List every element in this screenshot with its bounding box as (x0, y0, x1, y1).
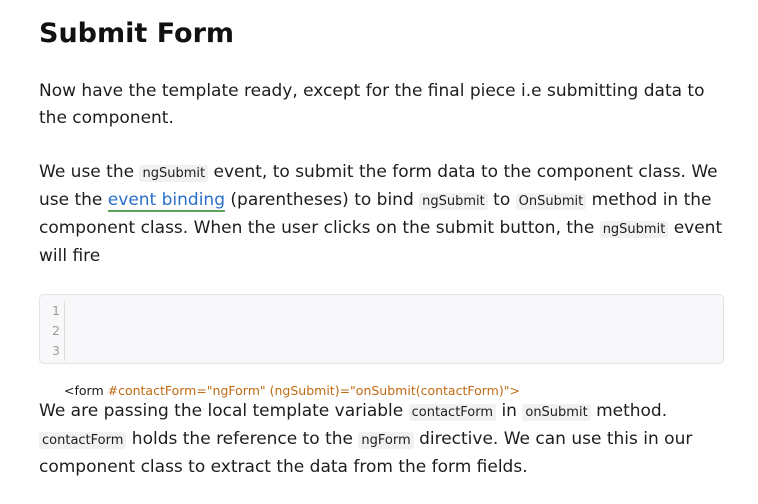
ngsubmit-paragraph: We use the ngSubmit event, to submit the… (39, 159, 729, 270)
line-number: 3 (52, 343, 60, 358)
text-span: holds the reference to the (126, 429, 359, 449)
text-span: in (496, 401, 523, 421)
code-block: 1 2 3 <form #contactForm="ngForm" (ngSub… (39, 294, 724, 398)
text-span: We are passing the local template variab… (39, 401, 409, 421)
intro-paragraph: Now have the template ready, except for … (39, 81, 705, 128)
section-heading: Submit Form (39, 18, 235, 49)
inline-code: contactForm (39, 432, 127, 449)
inline-code: ngSubmit (599, 221, 669, 238)
event-binding-link[interactable]: event binding (107, 190, 225, 212)
inline-code: contactForm (408, 404, 497, 421)
article-content: Submit Form Now have the template ready,… (0, 0, 758, 504)
template-variable-paragraph: We are passing the local template variab… (39, 398, 729, 481)
inline-code: onSubmit (522, 404, 591, 421)
line-number-gutter: 1 2 3 (40, 301, 65, 361)
line-number: 1 (52, 303, 60, 318)
text-span: (parentheses) to bind (225, 190, 420, 210)
inline-code: OnSubmit (515, 193, 587, 210)
code-attributes: #contactForm="ngForm" (ngSubmit)="onSubm… (103, 383, 520, 398)
inline-code: ngSubmit (419, 193, 488, 210)
text-span: to (487, 190, 516, 210)
line-number: 2 (52, 323, 60, 338)
inline-code: ngSubmit (139, 165, 209, 182)
text-span: We use the (39, 162, 140, 182)
code-tag: <form (64, 383, 104, 398)
inline-code: ngForm (358, 432, 414, 449)
text-span: method. (590, 401, 668, 421)
